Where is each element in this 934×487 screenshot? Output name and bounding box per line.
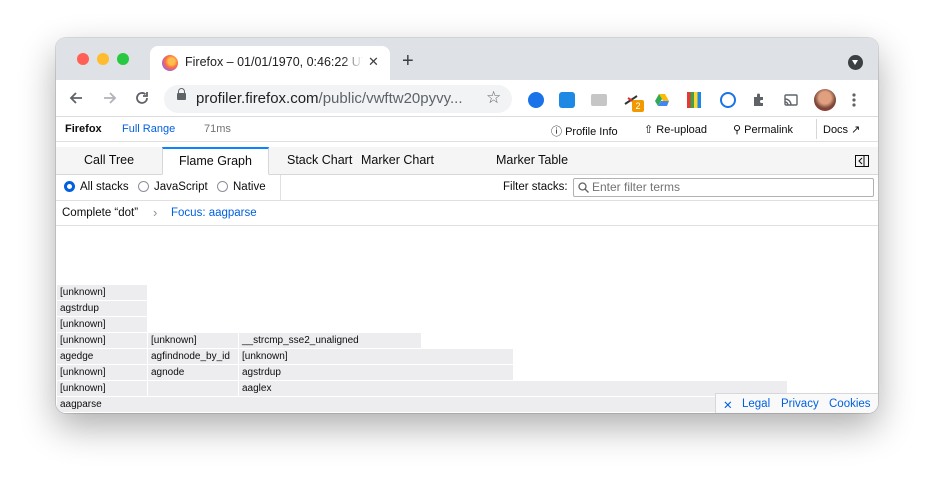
radio-native-label: Native	[233, 181, 266, 193]
new-tab-button[interactable]: +	[402, 51, 414, 71]
profile-avatar[interactable]	[814, 89, 836, 111]
flame-frame[interactable]: agstrdup	[57, 301, 147, 316]
docs-button[interactable]: Docs ↗	[823, 123, 860, 136]
profiler-tab-bar: Call Tree Flame Graph Stack Chart Marker…	[56, 147, 878, 175]
profile-info-button[interactable]: ⓘ Profile Info	[551, 123, 618, 139]
lock-icon	[177, 88, 186, 100]
flame-frame[interactable]: aaglex	[239, 381, 787, 396]
tab-call-tree[interactable]: Call Tree	[84, 147, 134, 174]
tab-close-icon[interactable]: ✕	[368, 54, 379, 70]
filter-stacks-input[interactable]: Enter filter terms	[573, 178, 874, 197]
extension-2-icon[interactable]	[559, 92, 575, 108]
extension-badge: 2	[632, 100, 644, 112]
radio-all-stacks-label: All stacks	[80, 181, 129, 193]
back-arrow-icon[interactable]	[68, 90, 84, 106]
tab-title: Firefox – 01/01/1970, 0:46:22 UTC	[185, 55, 363, 69]
flame-frame[interactable]: [unknown]	[57, 333, 147, 348]
reload-icon[interactable]	[134, 90, 150, 106]
firefox-favicon-icon	[162, 55, 178, 71]
legal-link[interactable]: Legal	[742, 398, 770, 410]
minimize-window-button[interactable]	[97, 53, 109, 65]
extensions-puzzle-icon[interactable]	[751, 92, 767, 108]
breadcrumb-root[interactable]: Complete “dot”	[62, 207, 138, 219]
browser-tab[interactable]: Firefox – 01/01/1970, 0:46:22 UTC ✕	[150, 46, 390, 80]
flame-frame[interactable]: [unknown]	[57, 381, 147, 396]
flame-frame[interactable]: agfindnode_by_id	[148, 349, 238, 364]
extension-6-icon[interactable]	[687, 92, 701, 108]
product-name: Firefox	[65, 123, 102, 135]
browser-window: Firefox – 01/01/1970, 0:46:22 UTC ✕ + pr…	[56, 38, 878, 413]
extension-4-icon[interactable]: 2	[623, 92, 644, 112]
divider	[816, 119, 817, 139]
link-icon: ⚲	[733, 124, 742, 136]
footer-links: ✕ Legal Privacy Cookies	[715, 393, 878, 413]
filter-stacks-label: Filter stacks:	[503, 181, 568, 193]
footer-close-icon[interactable]: ✕	[723, 398, 733, 412]
external-link-icon: ↗	[851, 124, 861, 136]
duration-label: 71ms	[204, 123, 231, 135]
browser-menu-icon[interactable]	[851, 92, 857, 108]
search-icon	[578, 182, 589, 193]
bookmark-star-icon[interactable]: ☆	[486, 88, 501, 108]
radio-native[interactable]	[217, 181, 228, 192]
flame-frame[interactable]: __strcmp_sse2_unaligned	[239, 333, 421, 348]
reupload-button[interactable]: ⇧ Re-upload	[644, 123, 707, 136]
breadcrumb-focus[interactable]: Focus: aagparse	[171, 207, 257, 219]
tab-marker-table[interactable]: Marker Table	[496, 147, 568, 174]
profiler-top-bar: Firefox Full Range 71ms ⓘ Profile Info ⇧…	[56, 117, 878, 142]
cookies-link[interactable]: Cookies	[829, 398, 871, 410]
flame-frame[interactable]: [unknown]	[148, 333, 238, 348]
flame-frame[interactable]: agstrdup	[239, 365, 513, 380]
info-icon: ⓘ	[551, 126, 562, 138]
extension-1-icon[interactable]	[528, 92, 544, 108]
tab-search-icon[interactable]	[848, 55, 863, 70]
flame-frame[interactable]	[148, 381, 238, 396]
tab-flame-graph[interactable]: Flame Graph	[162, 147, 269, 175]
breadcrumb: Complete “dot” › Focus: aagparse	[56, 201, 878, 226]
flame-frame[interactable]: [unknown]	[57, 317, 147, 332]
privacy-link[interactable]: Privacy	[781, 398, 819, 410]
extension-3-icon[interactable]	[591, 94, 607, 106]
flame-frame[interactable]: [unknown]	[239, 349, 513, 364]
flame-frame[interactable]: agnode	[148, 365, 238, 380]
address-bar[interactable]: profiler.firefox.com/public/vwftw20pyvy.…	[164, 85, 512, 113]
google-drive-icon[interactable]	[654, 92, 670, 108]
permalink-button[interactable]: ⚲ Permalink	[733, 123, 793, 136]
browser-toolbar: profiler.firefox.com/public/vwftw20pyvy.…	[56, 80, 878, 117]
flame-frame[interactable]: agedge	[57, 349, 147, 364]
filter-placeholder: Enter filter terms	[592, 180, 681, 194]
upload-icon: ⇧	[644, 124, 654, 136]
flame-frame[interactable]: [unknown]	[57, 365, 147, 380]
sidebar-toggle-icon[interactable]	[855, 155, 869, 167]
password-manager-icon[interactable]	[720, 92, 736, 108]
tab-stack-chart[interactable]: Stack Chart	[287, 147, 352, 174]
stack-settings-bar: All stacks JavaScript Native Filter stac…	[56, 175, 878, 201]
zoom-window-button[interactable]	[117, 53, 129, 65]
divider	[280, 175, 281, 200]
breadcrumb-separator-icon: ›	[153, 205, 158, 220]
flame-frame[interactable]: [unknown]	[57, 285, 147, 300]
radio-javascript-label: JavaScript	[154, 181, 208, 193]
forward-arrow-icon[interactable]	[102, 90, 118, 106]
flame-graph[interactable]: [unknown] agstrdup [unknown] [unknown] […	[56, 226, 878, 413]
radio-all-stacks[interactable]	[64, 181, 75, 192]
tab-marker-chart[interactable]: Marker Chart	[361, 147, 434, 174]
cast-icon[interactable]	[783, 92, 799, 108]
full-range-button[interactable]: Full Range	[122, 123, 175, 135]
close-window-button[interactable]	[77, 53, 89, 65]
tab-strip: Firefox – 01/01/1970, 0:46:22 UTC ✕ +	[56, 38, 878, 80]
url-text: profiler.firefox.com/public/vwftw20pyvy.…	[196, 90, 463, 107]
radio-javascript[interactable]	[138, 181, 149, 192]
